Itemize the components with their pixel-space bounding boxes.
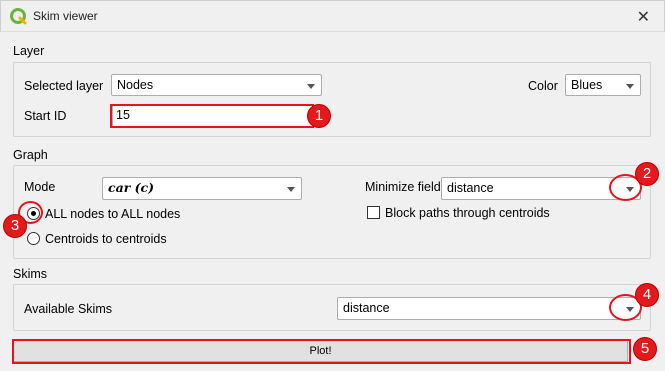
title-bar: Skim viewer ✕ (0, 0, 665, 32)
annotation-badge-5: 5 (633, 337, 657, 361)
chevron-down-icon (287, 187, 295, 192)
start-id-label: Start ID (24, 109, 67, 123)
block-paths-label[interactable]: Block paths through centroids (385, 206, 550, 220)
color-label: Color (528, 79, 558, 93)
radio-centroids[interactable] (27, 232, 40, 245)
annotation-badge-3: 3 (3, 214, 27, 238)
annotation-badge-4: 4 (635, 283, 659, 307)
skims-group: Available Skims distance (13, 284, 651, 331)
selected-layer-value: Nodes (117, 78, 154, 92)
chevron-down-icon (626, 84, 634, 89)
minimize-field-combo[interactable]: distance (441, 177, 641, 200)
minimize-field-label: Minimize field (365, 180, 441, 194)
block-paths-checkbox[interactable] (367, 206, 380, 219)
color-combo[interactable]: Blues (565, 74, 641, 96)
chevron-down-icon (626, 307, 634, 312)
radio-all-nodes[interactable] (27, 207, 40, 220)
radio-all-nodes-label[interactable]: ALL nodes to ALL nodes (45, 207, 180, 221)
section-graph: Graph (13, 148, 48, 162)
mode-label: Mode (24, 180, 56, 194)
available-skims-label: Available Skims (24, 302, 113, 316)
close-icon[interactable]: ✕ (637, 7, 650, 27)
available-skims-combo[interactable]: distance (337, 297, 641, 320)
chevron-down-icon (307, 84, 315, 89)
minimize-field-value: distance (447, 181, 494, 195)
section-skims: Skims (13, 267, 48, 281)
window-title: Skim viewer (33, 9, 98, 23)
color-value: Blues (571, 78, 603, 92)
layer-group: Selected layer Nodes Color Blues Start I… (13, 62, 651, 137)
chevron-down-icon (626, 187, 634, 192)
qgis-logo-icon (10, 8, 27, 25)
start-id-input[interactable]: 15 (112, 105, 322, 127)
section-layer: Layer (13, 44, 45, 58)
annotation-badge-1: 1 (307, 104, 331, 128)
radio-centroids-label[interactable]: Centroids to centroids (45, 232, 167, 246)
mode-value: car (c) (108, 180, 155, 195)
graph-group: Mode car (c) Minimize field distance ALL… (13, 165, 651, 259)
available-skims-value: distance (343, 301, 390, 315)
plot-button[interactable]: Plot! (13, 340, 628, 362)
annotation-badge-2: 2 (635, 162, 659, 186)
selected-layer-combo[interactable]: Nodes (111, 74, 322, 96)
mode-combo[interactable]: car (c) (102, 177, 302, 200)
selected-layer-label: Selected layer (24, 79, 104, 93)
